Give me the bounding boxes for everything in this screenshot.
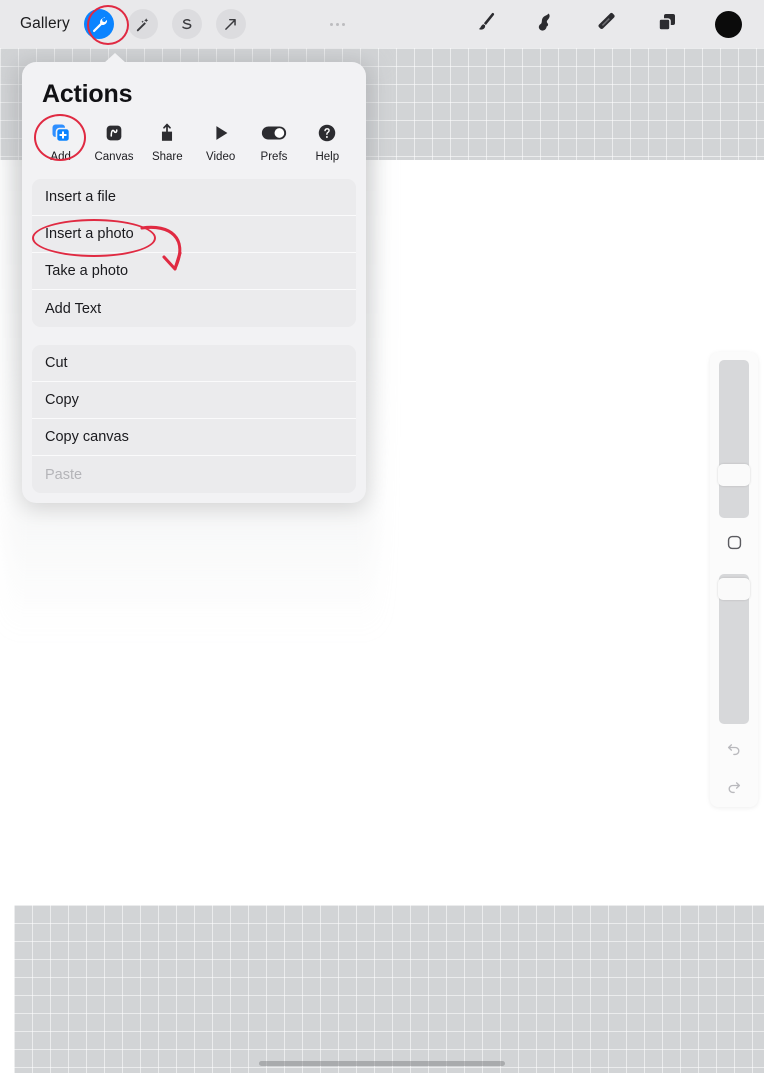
menu-item-take-a-photo[interactable]: Take a photo (32, 253, 356, 290)
tab-video[interactable]: Video (194, 121, 247, 163)
toggle-switch-icon (261, 121, 287, 145)
undo-button[interactable] (710, 734, 758, 768)
tab-label: Canvas (94, 151, 134, 163)
selection-button[interactable] (171, 9, 202, 39)
actions-tabbar: Add Canvas Share Video Prefs Help (22, 109, 366, 173)
tab-label: Prefs (260, 151, 288, 163)
smudge-button[interactable] (534, 10, 558, 39)
transform-button[interactable] (215, 9, 246, 39)
share-upload-icon (156, 121, 178, 145)
redo-button[interactable] (710, 772, 758, 806)
question-mark-icon (316, 121, 338, 145)
erase-button[interactable] (594, 9, 619, 39)
tab-label: Add (50, 151, 71, 163)
eraser-icon (594, 9, 619, 39)
tab-share[interactable]: Share (141, 121, 194, 163)
menu-item-insert-a-file[interactable]: Insert a file (32, 179, 356, 216)
adjustments-button[interactable] (127, 9, 158, 39)
layers-icon (655, 10, 679, 39)
tab-help[interactable]: Help (301, 121, 354, 163)
arrow-transform-icon (222, 16, 239, 33)
top-toolbar: Gallery (0, 0, 764, 48)
canvas-grid-bottom (14, 905, 764, 1073)
redo-arrow-icon (725, 778, 743, 801)
popover-caret (104, 53, 126, 63)
actions-popover: Actions Add Canvas Share Video Prefs Hel… (22, 53, 366, 503)
panel-title: Actions (42, 80, 133, 108)
tab-add[interactable]: Add (34, 121, 87, 163)
menu-group-clipboard: Cut Copy Copy canvas Paste (32, 345, 356, 493)
procreate-app-window: Gallery Actions Add Canvas Share Video P… (0, 0, 764, 1078)
menu-group-divider (22, 327, 366, 339)
magic-wand-icon (134, 16, 151, 33)
smudge-icon (534, 10, 558, 39)
tab-canvas[interactable]: Canvas (87, 121, 140, 163)
toolbar-left-group: Gallery (0, 9, 345, 39)
right-sidebar (710, 352, 758, 807)
actions-wrench-button[interactable] (83, 9, 114, 39)
toolbar-overflow-icon[interactable] (329, 22, 345, 26)
canvas-icon (103, 121, 125, 145)
menu-group-insert: Insert a file Insert a photo Take a phot… (32, 179, 356, 327)
wrench-icon (90, 15, 108, 33)
gallery-button[interactable]: Gallery (20, 15, 70, 33)
paintbrush-icon (474, 10, 498, 39)
menu-item-paste: Paste (32, 456, 356, 493)
tab-label: Share (151, 151, 183, 163)
opacity-slider[interactable] (718, 574, 750, 724)
menu-item-copy-canvas[interactable]: Copy canvas (32, 419, 356, 456)
tab-label: Help (315, 151, 340, 163)
undo-arrow-icon (725, 740, 743, 763)
color-button[interactable] (715, 10, 742, 38)
add-stack-plus-icon (49, 121, 73, 145)
layers-button[interactable] (655, 10, 679, 39)
menu-item-cut[interactable]: Cut (32, 345, 356, 382)
brush-size-slider[interactable] (718, 360, 750, 518)
menu-item-insert-a-photo[interactable]: Insert a photo (32, 216, 356, 253)
menu-item-copy[interactable]: Copy (32, 382, 356, 419)
menu-item-add-text[interactable]: Add Text (32, 290, 356, 327)
brush-size-slider-handle[interactable] (718, 464, 750, 486)
s-curve-icon (178, 16, 195, 33)
opacity-slider-handle[interactable] (718, 578, 750, 600)
tab-label: Video (206, 151, 236, 163)
play-triangle-icon (210, 121, 232, 145)
modify-button[interactable] (710, 528, 758, 562)
home-indicator (259, 1061, 505, 1066)
paint-button[interactable] (474, 10, 498, 39)
tab-prefs[interactable]: Prefs (247, 121, 300, 163)
rounded-square-icon (725, 533, 744, 557)
toolbar-right-group (474, 9, 764, 39)
